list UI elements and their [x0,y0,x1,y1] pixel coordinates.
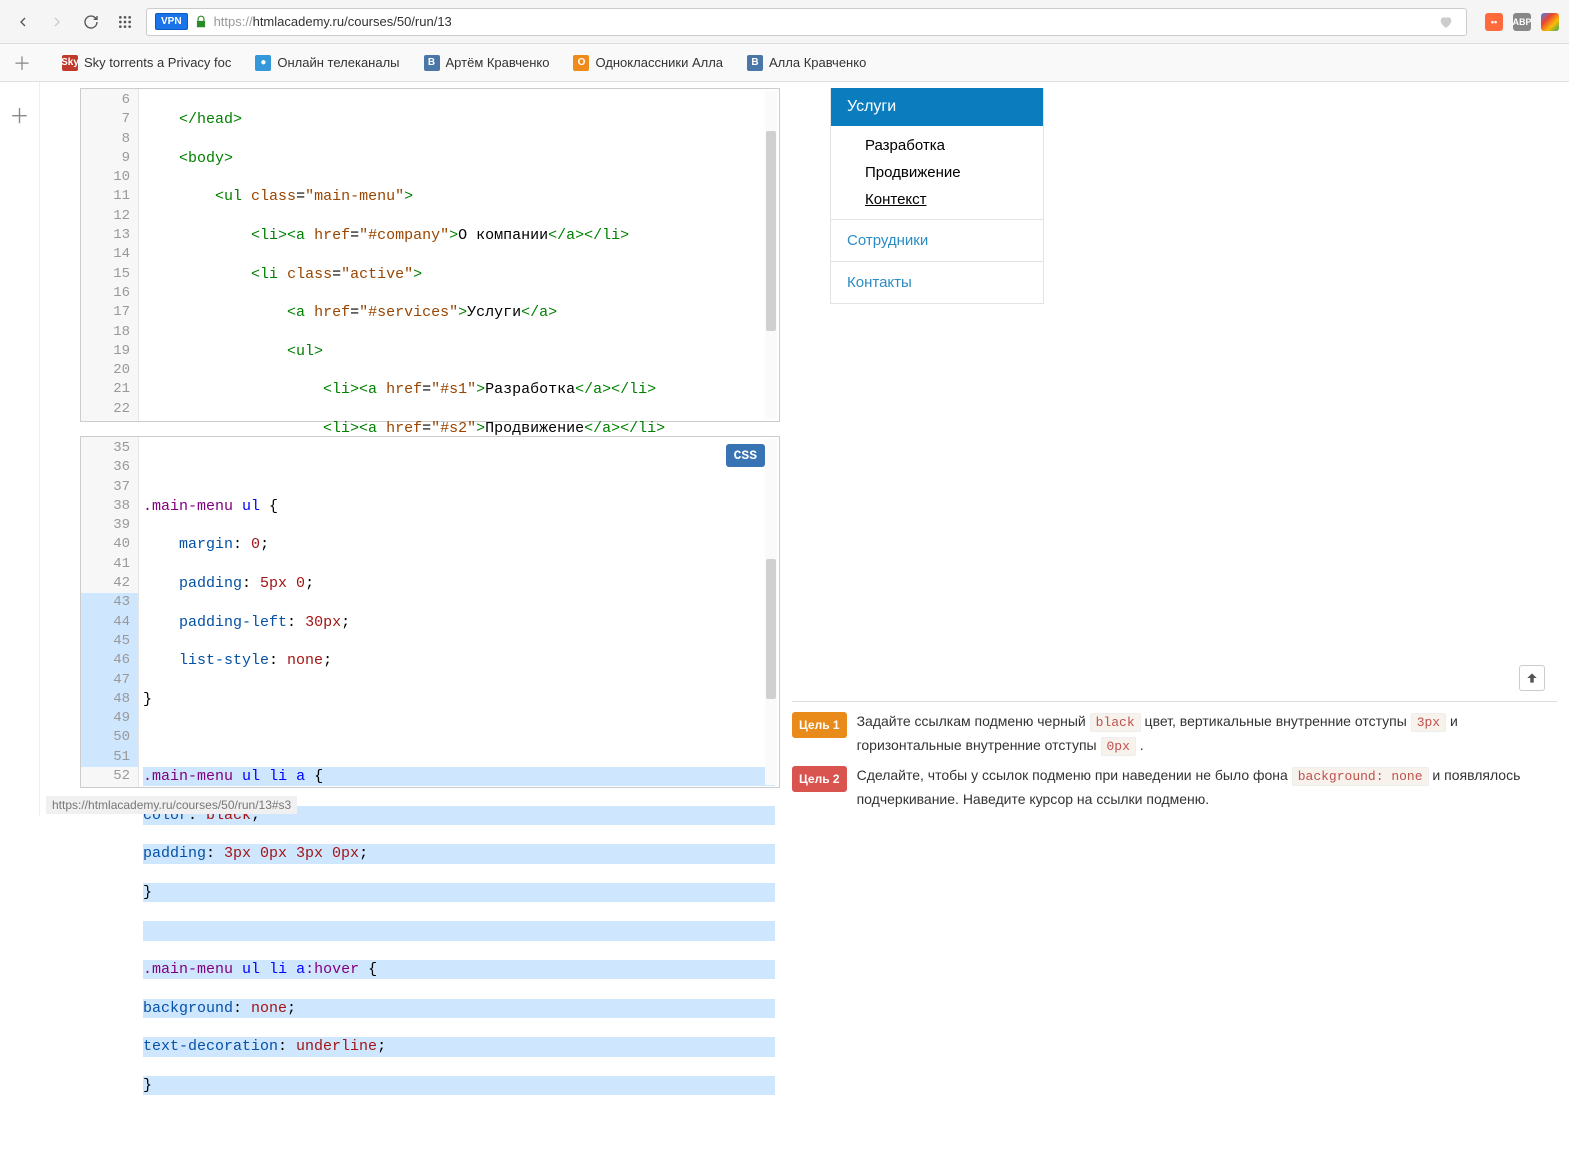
goal-2-badge: Цель 2 [792,766,847,792]
goal-1: Цель 1 Задайте ссылкам подменю черный bl… [792,710,1557,758]
new-tab-button[interactable]: ＋ [10,51,34,75]
goal-1-badge: Цель 1 [792,712,847,738]
bookmark-label: Sky torrents a Privacy foc [84,55,231,70]
bookmark-icon: ● [255,55,271,71]
bookmark-icon: B [424,55,440,71]
css-editor[interactable]: CSS 353637383940414243444546474849505152… [80,436,780,788]
html-gutter: 678910111213141516171819202122 [81,89,139,421]
left-sidebar: ＋ [0,82,40,816]
bookmark-icon: O [573,55,589,71]
submenu: Разработка Продвижение Контекст [831,126,1043,220]
url-bar[interactable]: VPN https://htmlacademy.ru/courses/50/ru… [146,8,1467,36]
browser-toolbar: VPN https://htmlacademy.ru/courses/50/ru… [0,0,1569,44]
submenu-item-promo[interactable]: Продвижение [831,159,1043,186]
submenu-item-dev[interactable]: Разработка [831,132,1043,159]
bookmark-label: Одноклассники Алла [595,55,723,70]
goals-panel: Цель 1 Задайте ссылкам подменю черный bl… [792,701,1557,810]
ext-icon-translate[interactable] [1541,13,1559,31]
reload-button[interactable] [78,9,104,35]
html-editor[interactable]: 678910111213141516171819202122 </head> <… [80,88,780,422]
add-tab-button[interactable]: ＋ [8,100,32,124]
menu-header-services[interactable]: Услуги [831,88,1043,126]
menu-link-contacts[interactable]: Контакты [831,262,1043,303]
bookmark-item-1[interactable]: ● Онлайн телеканалы [255,55,399,71]
back-button[interactable] [10,9,36,35]
menu-link-team[interactable]: Сотрудники [831,220,1043,262]
status-bar: https://htmlacademy.ru/courses/50/run/13… [46,796,297,814]
bookmark-bar: ＋ Sky Sky torrents a Privacy foc ● Онлайн т… [0,44,1569,82]
css-scrollbar[interactable] [765,439,777,785]
heart-icon[interactable] [1438,14,1454,30]
goal-1-text: Задайте ссылкам подменю черный black цве… [857,710,1557,758]
goals-separator [792,701,1557,702]
bookmark-item-2[interactable]: B Артём Кравченко [424,55,550,71]
apps-button[interactable] [112,9,138,35]
html-scrollbar[interactable] [765,91,777,419]
css-gutter: 353637383940414243444546474849505152 [81,437,139,787]
bookmark-item-3[interactable]: O Одноклассники Алла [573,55,723,71]
bookmark-icon: Sky [62,55,78,71]
lock-icon [194,15,208,29]
css-badge: CSS [726,444,765,467]
ext-icon-1[interactable]: •• [1485,13,1503,31]
bookmark-item-4[interactable]: B Алла Кравченко [747,55,866,71]
bookmark-label: Алла Кравченко [769,55,866,70]
bookmark-item-0[interactable]: Sky Sky torrents a Privacy foc [62,55,231,71]
ext-icon-abp[interactable]: ABP [1513,13,1531,31]
preview-column: Услуги Разработка Продвижение Контекст С… [780,82,1569,816]
vpn-badge: VPN [155,13,188,30]
main-content: 678910111213141516171819202122 </head> <… [40,82,1569,816]
forward-button[interactable] [44,9,70,35]
url-text: https://htmlacademy.ru/courses/50/run/13 [214,14,1432,29]
scroll-top-button[interactable] [1519,665,1545,691]
extensions: •• ABP [1475,13,1559,31]
editor-column: 678910111213141516171819202122 </head> <… [40,82,780,816]
goal-2-text: Сделайте, чтобы у ссылок подменю при нав… [857,764,1557,810]
submenu-item-context[interactable]: Контекст [831,186,1043,213]
bookmark-label: Онлайн телеканалы [277,55,399,70]
goal-2: Цель 2 Сделайте, чтобы у ссылок подменю … [792,764,1557,810]
preview-menu: Услуги Разработка Продвижение Контекст С… [830,88,1044,304]
bookmark-label: Артём Кравченко [446,55,550,70]
bookmark-icon: B [747,55,763,71]
